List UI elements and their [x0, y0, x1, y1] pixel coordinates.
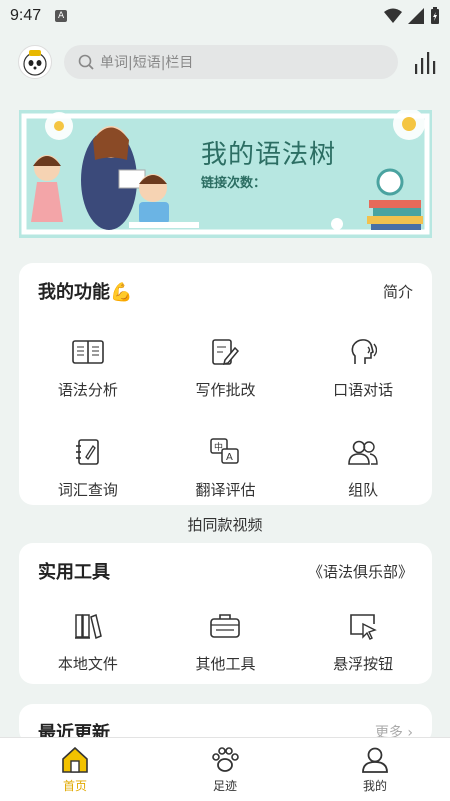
search-icon	[78, 54, 94, 70]
signal-icon	[408, 8, 424, 28]
stats-bars-icon[interactable]	[414, 50, 436, 74]
tools-card: 实用工具 《语法俱乐部》 本地文件 其他工具 悬浮按钮	[19, 543, 432, 684]
tools-grid: 本地文件 其他工具 悬浮按钮	[19, 599, 432, 683]
notification-badge: A	[55, 10, 68, 22]
book-icon	[71, 335, 105, 369]
function-label: 口语对话	[333, 381, 394, 399]
search-placeholder: 单词|短语|栏目	[100, 55, 194, 71]
toolbox-icon	[208, 609, 242, 643]
panda-avatar-icon	[23, 50, 47, 76]
function-label: 组队	[348, 481, 379, 499]
grammar-club-link[interactable]: 《语法俱乐部》	[308, 561, 413, 582]
notebook-icon	[71, 435, 105, 469]
tool-label: 本地文件	[57, 655, 118, 673]
tool-label: 悬浮按钮	[333, 655, 394, 673]
function-label: 语法分析	[57, 381, 118, 399]
tools-title: 实用工具	[38, 562, 110, 583]
paw-icon	[211, 746, 239, 774]
functions-header: 我的功能💪 简介	[19, 263, 432, 319]
banner-title: 我的语法树	[201, 140, 337, 170]
status-bar: 9:47 A	[0, 0, 450, 32]
status-icons	[384, 7, 440, 29]
function-translation-evaluation[interactable]: 中A 翻译评估	[157, 419, 295, 519]
function-oral-dialogue[interactable]: 口语对话	[294, 319, 432, 419]
nav-home[interactable]: 首页	[0, 738, 150, 801]
function-writing-correction[interactable]: 写作批改	[157, 319, 295, 419]
tool-other-tools[interactable]: 其他工具	[157, 599, 295, 683]
user-icon	[362, 746, 388, 774]
banner-subtitle: 链接次数：	[201, 176, 267, 191]
banner[interactable]: 我的语法树 链接次数：	[19, 110, 432, 238]
voice-head-icon	[346, 335, 380, 369]
tool-floating-button[interactable]: 悬浮按钮	[294, 599, 432, 683]
cursor-window-icon	[346, 609, 380, 643]
search-bar[interactable]: 单词|短语|栏目	[64, 45, 398, 79]
functions-grid: 语法分析 写作批改 口语对话 词汇查询 中A 翻译评估 组队	[19, 319, 432, 519]
edit-document-icon	[208, 335, 242, 369]
functions-title: 我的功能💪	[38, 282, 133, 303]
nav-label: 首页	[62, 778, 87, 793]
nav-label: 我的	[362, 778, 387, 793]
library-icon	[71, 609, 105, 643]
nav-footprints[interactable]: 足迹	[150, 738, 300, 801]
wifi-icon	[384, 8, 402, 28]
bottom-nav: 首页 足迹 我的	[0, 737, 450, 801]
team-icon	[346, 435, 380, 469]
avatar[interactable]	[18, 45, 52, 79]
nav-label: 足迹	[212, 778, 237, 793]
function-label: 词汇查询	[57, 481, 118, 499]
tool-local-files[interactable]: 本地文件	[19, 599, 157, 683]
intro-link[interactable]: 简介	[383, 281, 413, 302]
function-label: 翻译评估	[195, 481, 256, 499]
status-time: 9:47	[10, 7, 42, 24]
function-team[interactable]: 组队	[294, 419, 432, 519]
video-link[interactable]: 拍同款视频	[0, 514, 450, 535]
function-grammar-analysis[interactable]: 语法分析	[19, 319, 157, 419]
home-icon	[61, 746, 89, 774]
function-vocabulary-lookup[interactable]: 词汇查询	[19, 419, 157, 519]
battery-icon	[430, 7, 440, 29]
translate-icon: 中A	[208, 435, 242, 469]
functions-card: 我的功能💪 简介 语法分析 写作批改 口语对话 词汇查询 中 A 翻译评估 组队	[19, 263, 432, 505]
top-row: 单词|短语|栏目	[18, 42, 436, 82]
svg-text:A: A	[226, 452, 233, 463]
nav-mine[interactable]: 我的	[300, 738, 450, 801]
tools-header: 实用工具 《语法俱乐部》	[19, 543, 432, 599]
function-label: 写作批改	[195, 381, 256, 399]
tool-label: 其他工具	[195, 655, 256, 673]
